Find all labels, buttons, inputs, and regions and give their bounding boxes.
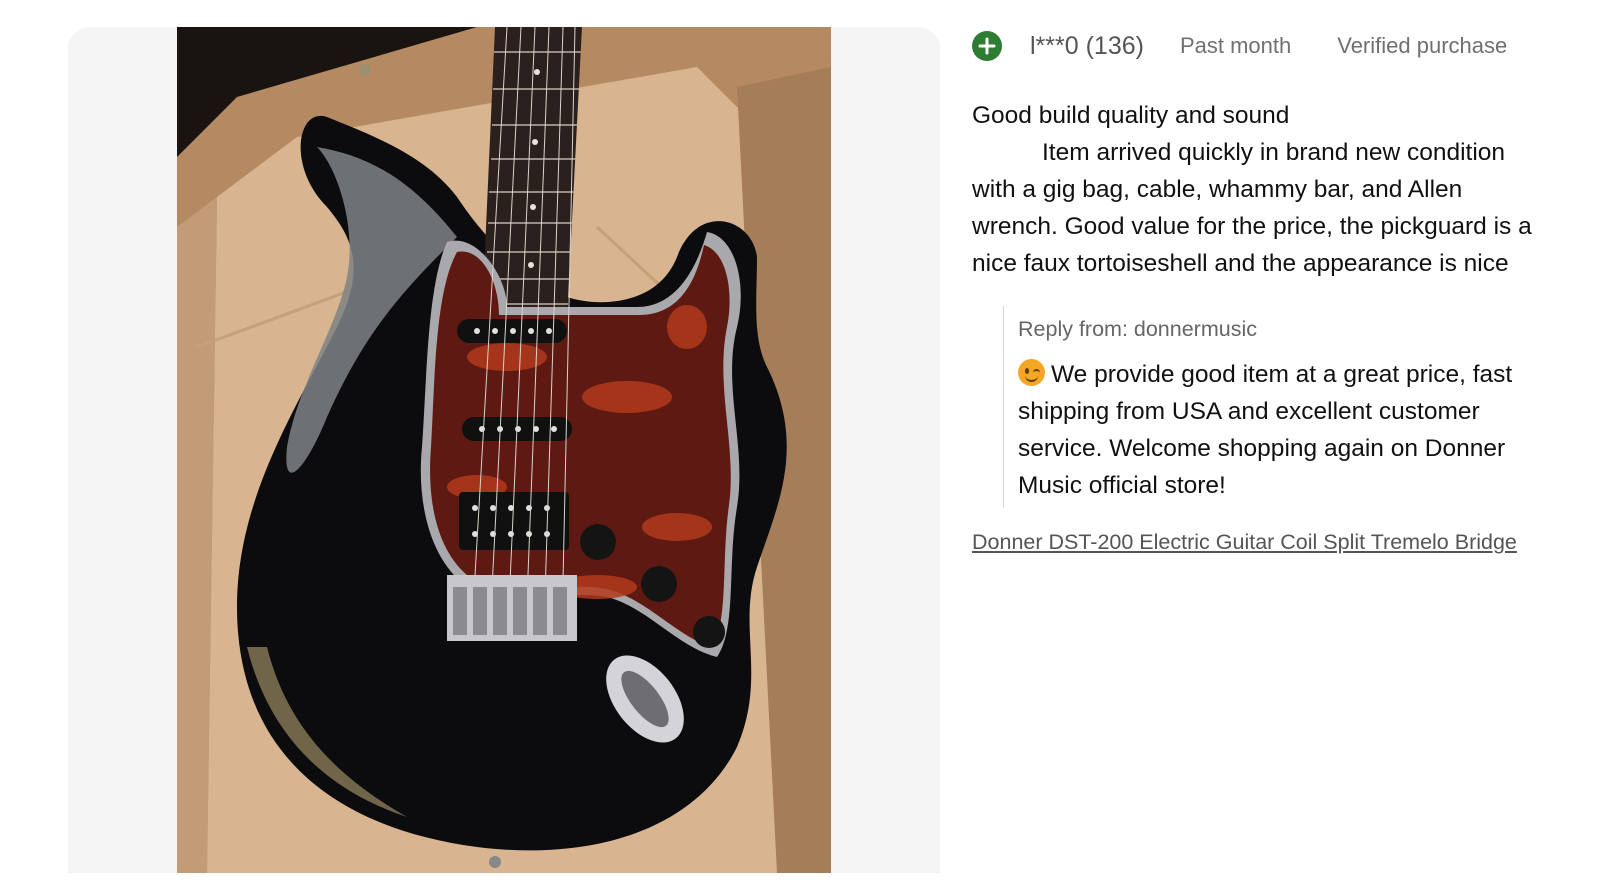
reply-body: We provide good item at a great price, f… <box>1018 356 1558 504</box>
guitar-photo[interactable] <box>177 27 831 873</box>
reply-text: We provide good item at a great price, f… <box>1018 361 1513 499</box>
review-text: Item arrived quickly in brand new condit… <box>972 139 1532 277</box>
review-meta: l***0 (136) Past month Verified purchase <box>972 27 1572 65</box>
product-link[interactable]: Donner DST-200 Electric Guitar Coil Spli… <box>972 530 1552 555</box>
seller-reply: Reply from: donnermusic We provide good … <box>1003 306 1558 508</box>
verified-badge: Verified purchase <box>1337 33 1508 58</box>
reviewer-name: l***0 (136) <box>1030 31 1144 60</box>
review-content: l***0 (136) Past month Verified purchase… <box>972 27 1572 555</box>
review-card: l***0 (136) Past month Verified purchase… <box>0 0 1600 895</box>
plus-circle-icon[interactable] <box>972 31 1002 61</box>
review-headline: Good build quality and sound <box>972 102 1290 129</box>
review-photo-panel[interactable] <box>68 27 940 873</box>
review-body: Good build quality and sound Item arrive… <box>972 97 1548 282</box>
wink-face-icon <box>1018 359 1045 386</box>
review-time: Past month <box>1179 33 1292 58</box>
reply-from-label: Reply from: donnermusic <box>1018 317 1257 341</box>
